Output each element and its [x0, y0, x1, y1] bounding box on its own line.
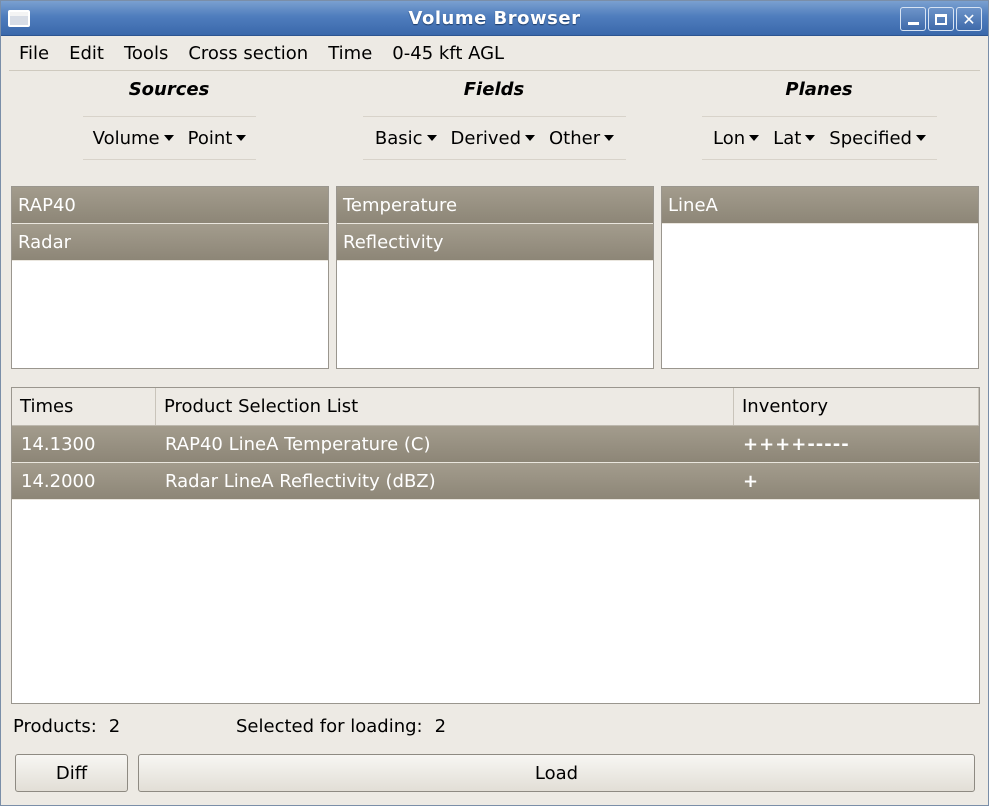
product-selection-table[interactable]: Times Product Selection List Inventory 1… — [11, 387, 980, 704]
menu-edit[interactable]: Edit — [59, 43, 114, 64]
menu-file[interactable]: File — [9, 43, 59, 64]
inventory-cell: + — [743, 471, 760, 492]
point-dropdown[interactable]: Point — [188, 128, 247, 149]
derived-dropdown[interactable]: Derived — [451, 128, 536, 149]
window-title: Volume Browser — [408, 8, 581, 29]
selected-count: Selected for loading: 2 — [236, 716, 446, 737]
column-header-product[interactable]: Product Selection List — [156, 388, 734, 425]
basic-dropdown[interactable]: Basic — [375, 128, 437, 149]
planes-header: Planes — [785, 79, 853, 100]
time-cell: 14.2000 — [21, 471, 96, 492]
list-item[interactable]: LineA — [662, 187, 978, 224]
lon-dropdown-label: Lon — [713, 127, 746, 149]
menu-cross-section[interactable]: Cross section — [178, 43, 318, 64]
caret-down-icon — [525, 135, 536, 141]
time-cell: 14.1300 — [21, 434, 96, 455]
caret-down-icon — [805, 135, 816, 141]
minimize-icon — [907, 21, 919, 25]
minimize-button[interactable] — [900, 7, 926, 31]
maximize-icon — [935, 13, 947, 25]
sources-dropdown-bar: Volume Point — [83, 116, 256, 160]
column-header-inventory[interactable]: Inventory — [734, 388, 979, 425]
sources-header: Sources — [128, 79, 210, 100]
fields-header: Fields — [463, 79, 525, 100]
volume-dropdown[interactable]: Volume — [93, 128, 174, 149]
planes-dropdown-bar: Lon Lat Specified — [702, 116, 937, 160]
basic-dropdown-label: Basic — [374, 127, 423, 149]
menu-height-range[interactable]: 0-45 kft AGL — [382, 43, 514, 64]
maximize-button[interactable] — [928, 7, 954, 31]
other-dropdown[interactable]: Other — [549, 127, 615, 149]
column-header-times[interactable]: Times — [12, 388, 156, 425]
diff-button[interactable]: Diff — [15, 754, 128, 792]
lon-dropdown[interactable]: Lon — [713, 127, 760, 149]
caret-down-icon — [915, 135, 926, 141]
list-item[interactable]: Temperature — [337, 187, 653, 224]
fields-dropdown-bar: Basic Derived Other — [363, 116, 626, 160]
volume-dropdown-label: Volume — [92, 127, 160, 149]
product-cell: Radar LineA Reflectivity (dBZ) — [165, 471, 436, 492]
volume-browser-window: Volume Browser ✕ File Edit Tools Cross s… — [0, 0, 989, 806]
specified-dropdown-label: Specified — [829, 127, 912, 149]
menu-bar: File Edit Tools Cross section Time 0-45 … — [9, 36, 980, 71]
table-header: Times Product Selection List Inventory — [12, 388, 979, 426]
close-button[interactable]: ✕ — [956, 7, 982, 31]
product-cell: RAP40 LineA Temperature (C) — [165, 434, 431, 455]
point-dropdown-label: Point — [187, 127, 233, 149]
caret-down-icon — [236, 135, 247, 141]
selected-value: 2 — [434, 716, 447, 737]
title-bar[interactable]: Volume Browser ✕ — [1, 1, 988, 36]
load-button[interactable]: Load — [138, 754, 975, 792]
products-value: 2 — [108, 716, 121, 737]
menu-time[interactable]: Time — [318, 43, 382, 64]
lat-dropdown-label: Lat — [773, 127, 802, 149]
specified-dropdown[interactable]: Specified — [829, 128, 926, 149]
sources-list[interactable]: RAP40 Radar — [11, 186, 329, 369]
caret-down-icon — [163, 135, 174, 141]
list-item[interactable]: Reflectivity — [337, 224, 653, 261]
lat-dropdown[interactable]: Lat — [773, 127, 816, 149]
derived-dropdown-label: Derived — [450, 127, 522, 149]
table-row[interactable]: 14.2000 Radar LineA Reflectivity (dBZ) + — [12, 463, 979, 500]
planes-list[interactable]: LineA — [661, 186, 979, 369]
caret-down-icon — [749, 135, 760, 141]
products-count: Products: 2 — [13, 716, 120, 737]
selected-label: Selected for loading: — [236, 716, 423, 737]
list-item[interactable]: RAP40 — [12, 187, 328, 224]
close-icon: ✕ — [962, 9, 976, 29]
caret-down-icon — [604, 135, 615, 141]
fields-list[interactable]: Temperature Reflectivity — [336, 186, 654, 369]
other-dropdown-label: Other — [549, 127, 601, 149]
menu-tools[interactable]: Tools — [114, 43, 178, 64]
list-item[interactable]: Radar — [12, 224, 328, 261]
products-label: Products: — [13, 716, 97, 737]
inventory-cell: ++++----- — [743, 434, 850, 455]
table-row[interactable]: 14.1300 RAP40 LineA Temperature (C) ++++… — [12, 426, 979, 463]
caret-down-icon — [426, 135, 437, 141]
